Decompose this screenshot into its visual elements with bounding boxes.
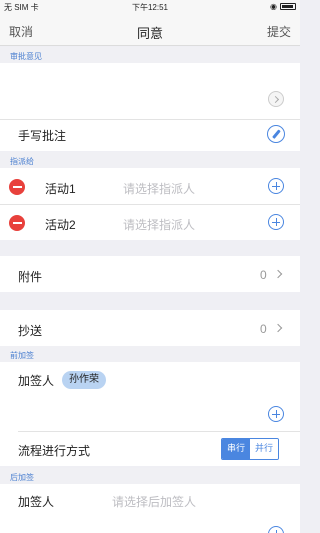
expand-arrow-icon[interactable] <box>268 91 284 107</box>
post-signer-label: 加签人 <box>18 495 55 509</box>
flow-mode-toggle: 串行 并行 <box>221 438 279 460</box>
parallel-option[interactable]: 并行 <box>250 439 278 459</box>
opinion-section: 手写批注 <box>0 63 300 151</box>
assign-row[interactable]: 活动1 请选择指派人 <box>0 168 300 204</box>
handwritten-annotation-label: 手写批注 <box>18 129 67 143</box>
attachment-row[interactable]: 附件 0 <box>0 256 300 292</box>
cc-row[interactable]: 抄送 0 <box>0 310 300 346</box>
assign-section-header: 指派给 <box>0 152 300 168</box>
clock: 下午12:51 <box>131 3 169 12</box>
remove-icon[interactable] <box>9 215 25 231</box>
opinion-text-area[interactable] <box>0 63 265 119</box>
attachment-label: 附件 <box>18 270 43 284</box>
add-pre-signer-icon[interactable] <box>268 406 284 422</box>
opinion-section-header: 审批意见 <box>0 47 300 63</box>
remove-icon[interactable] <box>9 179 25 195</box>
attachment-count: 0 <box>260 268 267 282</box>
post-sign-section-header: 后加签 <box>0 468 300 484</box>
serial-option[interactable]: 串行 <box>222 439 250 459</box>
battery-icon <box>280 3 296 10</box>
status-bar: 无 SIM 卡 下午12:51 ◉ <box>0 0 300 14</box>
add-post-signer-icon[interactable] <box>268 526 284 533</box>
activity-label: 活动2 <box>45 218 76 232</box>
signer-chip[interactable]: 孙作荣 <box>62 371 106 389</box>
add-assignee-icon[interactable] <box>268 178 284 194</box>
activity-label: 活动1 <box>45 182 76 196</box>
pre-sign-section-header: 前加签 <box>0 346 300 362</box>
cc-count: 0 <box>260 322 267 336</box>
page-title: 同意 <box>136 26 163 41</box>
submit-button[interactable]: 提交 <box>267 23 291 40</box>
chevron-right-icon <box>273 269 283 279</box>
navigation-bar: 取消 同意 提交 <box>0 14 300 46</box>
pre-sign-section: 加签人 孙作荣 流程进行方式 串行 并行 <box>0 362 300 466</box>
add-assignee-icon[interactable] <box>268 214 284 230</box>
pen-icon[interactable] <box>267 125 285 143</box>
post-signer-placeholder[interactable]: 请选择后加签人 <box>112 493 196 510</box>
chevron-right-icon <box>273 323 283 333</box>
assign-section: 活动1 请选择指派人 活动2 请选择指派人 <box>0 168 300 240</box>
cc-label: 抄送 <box>18 324 43 338</box>
flow-mode-label: 流程进行方式 <box>18 444 91 458</box>
assign-row[interactable]: 活动2 请选择指派人 <box>0 204 300 240</box>
assignee-placeholder[interactable]: 请选择指派人 <box>123 180 195 197</box>
post-sign-section: 加签人 请选择后加签人 <box>0 484 300 533</box>
assignee-placeholder[interactable]: 请选择指派人 <box>123 216 195 233</box>
pre-signer-label: 加签人 <box>18 374 55 388</box>
lock-rotation-icon: ◉ <box>270 2 277 11</box>
